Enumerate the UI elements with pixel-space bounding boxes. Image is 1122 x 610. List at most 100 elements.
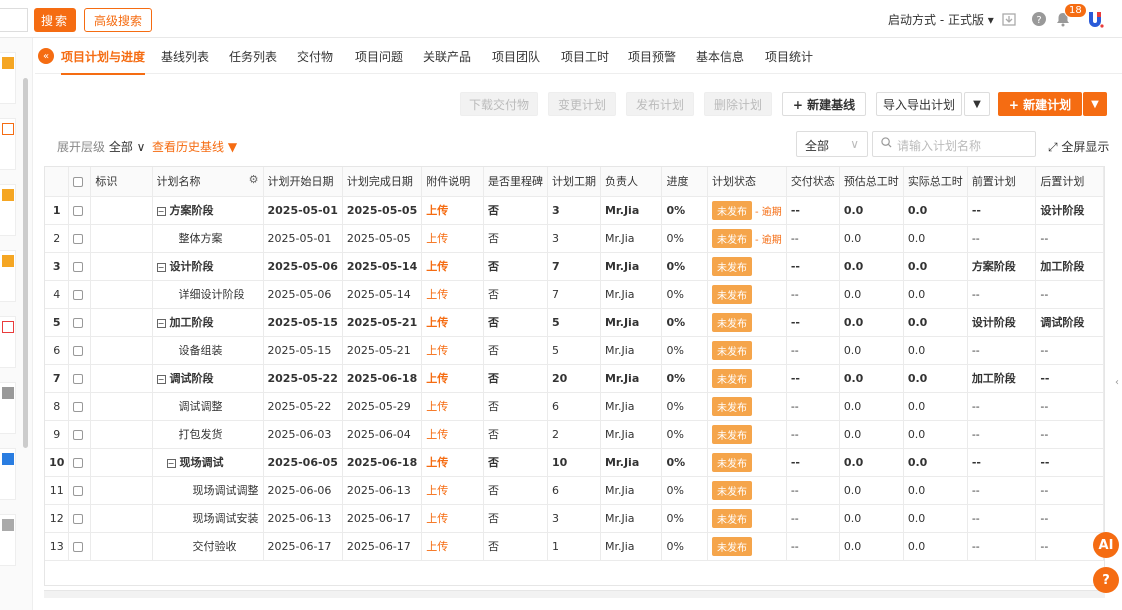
row-checkbox[interactable] <box>73 457 84 468</box>
tab-project-team[interactable]: 项目团队 <box>492 48 540 65</box>
sidebar-card[interactable] <box>0 184 16 236</box>
upload-link[interactable]: 上传 <box>421 280 484 309</box>
plan-name[interactable]: 调试阶段 <box>170 372 214 385</box>
row-checkbox[interactable] <box>73 205 84 216</box>
row-checkbox[interactable] <box>73 429 84 440</box>
upload-link[interactable]: 上传 <box>421 504 484 533</box>
plan-name[interactable]: 整体方案 <box>179 232 223 245</box>
table-row[interactable]: 2 整体方案 2025-05-01 2025-05-05 上传否 3 Mr.Jia 0% 未发布… <box>45 224 1104 253</box>
table-row[interactable]: 1− 方案阶段 2025-05-01 2025-05-05 上传否 3 Mr.Jia 0% 未发… <box>45 196 1104 225</box>
collapse-toggle-icon[interactable]: − <box>156 374 166 384</box>
table-row[interactable]: 6 设备组装 2025-05-15 2025-05-21 上传否 5 Mr.Jia 0% 未发布… <box>45 336 1104 365</box>
import-export-dropdown-icon[interactable]: ▼ <box>964 92 990 116</box>
plan-name[interactable]: 调试调整 <box>179 400 223 413</box>
plan-search-input[interactable]: 请输入计划名称 <box>872 131 1036 157</box>
gear-icon[interactable]: ⚙ <box>249 173 259 186</box>
delete-plan-button[interactable]: 删除计划 <box>704 92 772 116</box>
plan-name-cell[interactable]: 设备组装 <box>152 336 264 365</box>
table-row[interactable]: 9 打包发货 2025-06-03 2025-06-04 上传否 2 Mr.Jia 0% 未发布… <box>45 420 1104 449</box>
plan-name-cell[interactable]: 现场调试调整 <box>152 476 264 505</box>
col-select-all[interactable] <box>68 167 92 197</box>
plan-name[interactable]: 方案阶段 <box>170 204 214 217</box>
tab-project-hours[interactable]: 项目工时 <box>561 48 609 65</box>
download-deliverables-button[interactable]: 下载交付物 <box>460 92 538 116</box>
row-checkbox[interactable] <box>73 541 84 552</box>
row-select[interactable] <box>68 504 92 533</box>
sidebar-card[interactable] <box>0 118 16 170</box>
tab-project-stats[interactable]: 项目统计 <box>765 48 813 65</box>
row-select[interactable] <box>68 196 92 225</box>
table-row[interactable]: 7− 调试阶段 2025-05-22 2025-06-18 上传否 20 Mr.Jia 0% 未… <box>45 364 1104 393</box>
tab-basic-info[interactable]: 基本信息 <box>696 48 744 65</box>
sidebar-card[interactable] <box>0 52 16 104</box>
row-select[interactable] <box>68 448 92 477</box>
plan-name[interactable]: 设计阶段 <box>170 260 214 273</box>
tab-plan-progress[interactable]: 项目计划与进度 <box>61 48 146 75</box>
table-horizontal-scrollbar[interactable] <box>44 590 1105 598</box>
row-select[interactable] <box>68 476 92 505</box>
plan-name-cell[interactable]: − 调试阶段 <box>152 364 264 393</box>
global-search-input[interactable] <box>0 8 28 32</box>
table-row[interactable]: 10− 现场调试 2025-06-05 2025-06-18 上传否 10 Mr.Jia 0%… <box>45 448 1104 477</box>
row-select[interactable] <box>68 392 92 421</box>
plan-name-cell[interactable]: 交付验收 <box>152 532 264 561</box>
upload-link[interactable]: 上传 <box>421 224 484 253</box>
table-row[interactable]: 3− 设计阶段 2025-05-06 2025-05-14 上传否 7 Mr.Jia 0% 未发… <box>45 252 1104 281</box>
upload-link[interactable]: 上传 <box>421 336 484 365</box>
chevron-right-icon[interactable]: ‹ <box>1115 377 1121 391</box>
plan-name[interactable]: 详细设计阶段 <box>179 288 245 301</box>
change-plan-button[interactable]: 变更计划 <box>548 92 616 116</box>
new-plan-dropdown-icon[interactable]: ▼ <box>1083 92 1107 116</box>
tab-task-list[interactable]: 任务列表 <box>229 48 277 65</box>
select-all-checkbox[interactable] <box>73 176 84 187</box>
table-row[interactable]: 13 交付验收 2025-06-17 2025-06-17 上传否 1 Mr.Jia 0% 未发… <box>45 532 1104 561</box>
import-export-button[interactable]: 导入导出计划 <box>876 92 962 116</box>
upload-link[interactable]: 上传 <box>421 252 484 281</box>
sidebar-card[interactable] <box>0 316 16 368</box>
plan-name-cell[interactable]: 整体方案 <box>152 224 264 253</box>
upload-link[interactable]: 上传 <box>421 420 484 449</box>
plan-name-cell[interactable]: 现场调试安装 <box>152 504 264 533</box>
user-avatar-icon[interactable] <box>1086 10 1104 28</box>
row-select[interactable] <box>68 308 92 337</box>
tab-baseline-list[interactable]: 基线列表 <box>161 48 209 65</box>
advanced-search-button[interactable]: 高级搜索 <box>84 8 152 32</box>
plan-name-cell[interactable]: − 设计阶段 <box>152 252 264 281</box>
tab-related-products[interactable]: 关联产品 <box>423 48 471 65</box>
collapse-toggle-icon[interactable]: − <box>156 318 166 328</box>
row-checkbox[interactable] <box>73 373 84 384</box>
ai-assistant-icon[interactable]: AI <box>1093 532 1119 558</box>
plan-name-cell[interactable]: 调试调整 <box>152 392 264 421</box>
plan-name[interactable]: 现场调试安装 <box>193 512 259 525</box>
row-checkbox[interactable] <box>73 401 84 412</box>
sidebar-card[interactable] <box>0 514 16 566</box>
upload-link[interactable]: 上传 <box>421 476 484 505</box>
table-row[interactable]: 12 现场调试安装 2025-06-13 2025-06-17 上传否 3 Mr.Jia 0%… <box>45 504 1104 533</box>
table-row[interactable]: 8 调试调整 2025-05-22 2025-05-29 上传否 6 Mr.Jia 0% 未发布… <box>45 392 1104 421</box>
collapse-sidebar-icon[interactable]: « <box>38 48 54 64</box>
row-checkbox[interactable] <box>73 485 84 496</box>
plan-name-cell[interactable]: 打包发货 <box>152 420 264 449</box>
history-baseline-link[interactable]: 查看历史基线 ▼ <box>152 138 237 155</box>
upload-link[interactable]: 上传 <box>421 448 484 477</box>
row-select[interactable] <box>68 336 92 365</box>
new-plan-button[interactable]: + 新建计划 <box>998 92 1082 116</box>
search-button[interactable]: 搜索 <box>34 8 76 32</box>
plan-name-cell[interactable]: − 方案阶段 <box>152 196 264 225</box>
plan-name-cell[interactable]: 详细设计阶段 <box>152 280 264 309</box>
table-row[interactable]: 4 详细设计阶段 2025-05-06 2025-05-14 上传否 7 Mr.Jia 0% 未… <box>45 280 1104 309</box>
new-baseline-button[interactable]: + 新建基线 <box>782 92 866 116</box>
plan-name[interactable]: 打包发货 <box>179 428 223 441</box>
expand-level[interactable]: 展开层级 全部 ∨ <box>57 138 145 155</box>
tab-deliverables[interactable]: 交付物 <box>297 48 333 65</box>
sidebar-scrollbar[interactable] <box>23 78 28 448</box>
upload-link[interactable]: 上传 <box>421 392 484 421</box>
plan-name[interactable]: 设备组装 <box>179 344 223 357</box>
boot-mode-dropdown[interactable]: 启动方式 - 正式版 ▾ <box>888 11 994 28</box>
sidebar-card[interactable] <box>0 382 16 434</box>
publish-plan-button[interactable]: 发布计划 <box>626 92 694 116</box>
row-checkbox[interactable] <box>73 261 84 272</box>
table-row[interactable]: 11 现场调试调整 2025-06-06 2025-06-13 上传否 6 Mr.Jia 0%… <box>45 476 1104 505</box>
table-row[interactable]: 5− 加工阶段 2025-05-15 2025-05-21 上传否 5 Mr.Jia 0% 未发… <box>45 308 1104 337</box>
row-select[interactable] <box>68 224 92 253</box>
